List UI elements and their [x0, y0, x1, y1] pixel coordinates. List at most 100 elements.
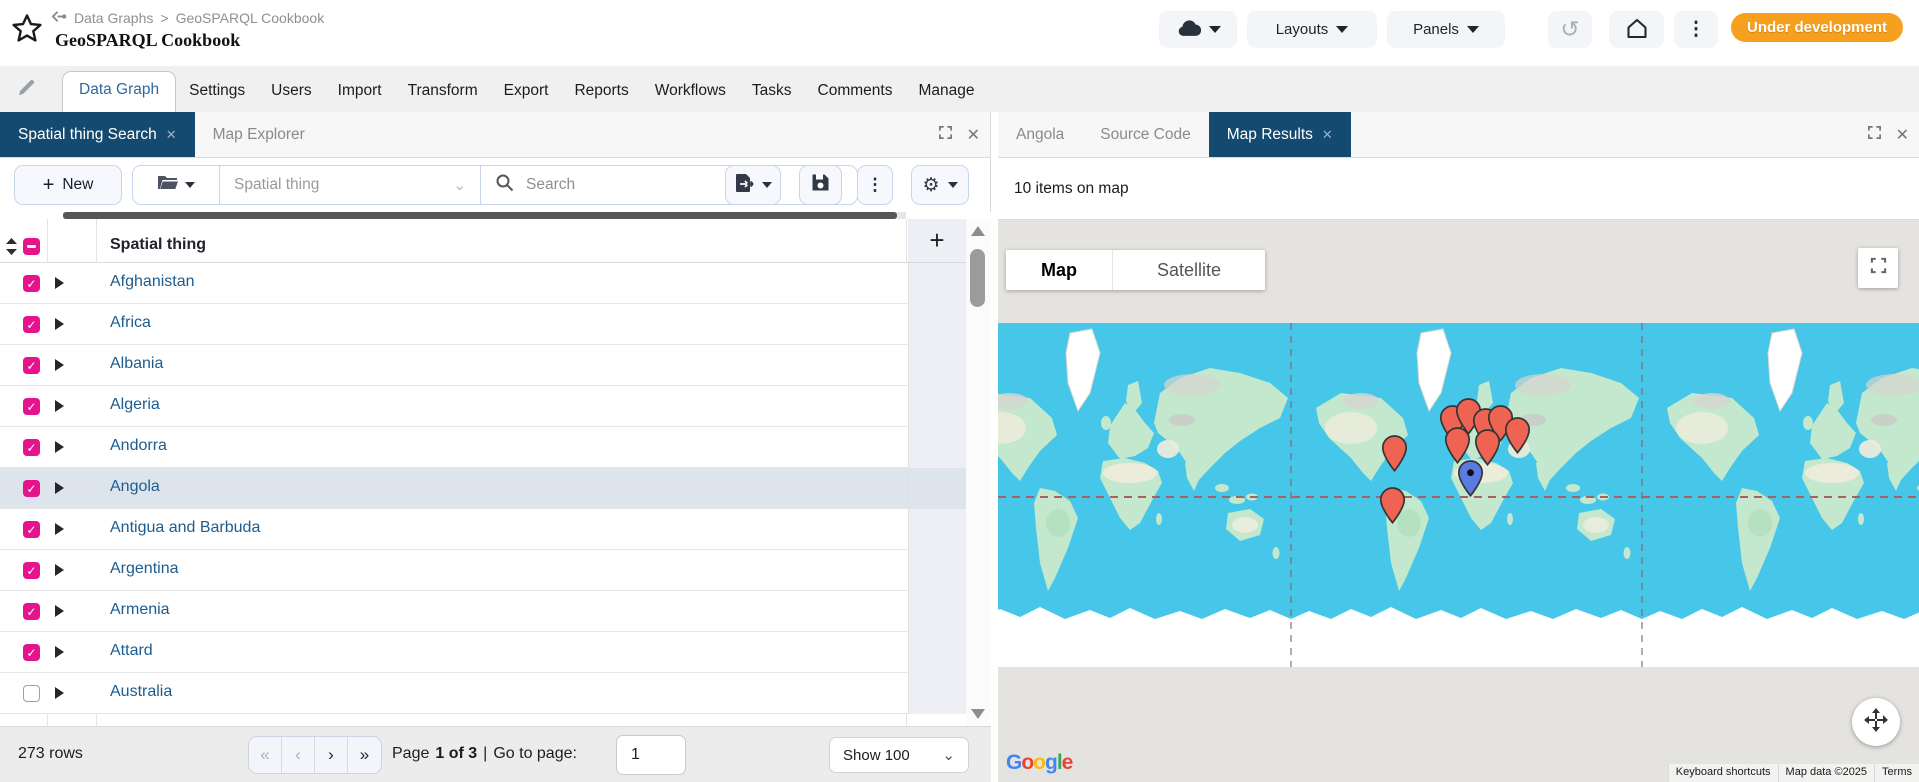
column-header[interactable]: Spatial thing — [110, 236, 206, 254]
entity-type-select[interactable]: Spatial thing ⌄ — [220, 176, 480, 194]
vertical-scrollbar-thumb[interactable] — [970, 249, 985, 307]
nav-tab-users[interactable]: Users — [258, 72, 324, 112]
undo-button[interactable]: ↺ — [1548, 11, 1592, 48]
select-all-checkbox[interactable] — [23, 238, 40, 255]
row-expand-icon[interactable] — [55, 687, 64, 699]
row-checkbox[interactable]: ✓ — [23, 316, 40, 333]
table-settings-button[interactable]: ⚙ — [911, 165, 969, 205]
row-checkbox[interactable] — [23, 685, 40, 702]
table-row[interactable]: ✓ Algeria — [0, 386, 966, 427]
row-name-link[interactable]: Australia — [110, 683, 172, 701]
table-row[interactable]: ✓ Africa — [0, 304, 966, 345]
row-expand-icon[interactable] — [55, 564, 64, 576]
add-column-button[interactable]: + — [908, 219, 966, 263]
new-button[interactable]: + New — [14, 165, 122, 205]
map-marker[interactable] — [1504, 417, 1531, 455]
nav-tab-export[interactable]: Export — [491, 72, 562, 112]
nav-tab-settings[interactable]: Settings — [176, 72, 258, 112]
attribution-terms[interactable]: Terms — [1874, 764, 1919, 782]
selected-map-marker[interactable] — [1457, 460, 1484, 498]
table-row[interactable]: ✓ Afghanistan — [0, 263, 966, 304]
row-name-link[interactable]: Africa — [110, 314, 151, 332]
row-name-link[interactable]: Attard — [110, 642, 153, 660]
row-expand-icon[interactable] — [55, 523, 64, 535]
close-panel-icon[interactable]: ✕ — [1896, 125, 1909, 145]
row-expand-icon[interactable] — [55, 646, 64, 658]
nav-tab-manage[interactable]: Manage — [905, 72, 987, 112]
page-button[interactable]: › — [315, 737, 348, 773]
tab-close-icon[interactable]: ✕ — [166, 127, 177, 143]
row-name-link[interactable]: Albania — [110, 355, 163, 373]
scroll-up-arrow[interactable] — [971, 226, 985, 236]
row-expand-icon[interactable] — [55, 400, 64, 412]
row-expand-icon[interactable] — [55, 441, 64, 453]
row-checkbox[interactable]: ✓ — [23, 521, 40, 538]
cloud-menu-button[interactable] — [1159, 11, 1237, 48]
table-row[interactable]: Australia — [0, 673, 966, 714]
goto-page-input[interactable] — [616, 735, 686, 775]
row-expand-icon[interactable] — [55, 605, 64, 617]
nav-tab-import[interactable]: Import — [325, 72, 395, 112]
row-expand-icon[interactable] — [55, 482, 64, 494]
map-marker[interactable] — [1444, 427, 1471, 465]
page-button[interactable]: » — [348, 737, 381, 773]
table-row[interactable]: ✓ Angola — [0, 468, 966, 509]
row-checkbox[interactable]: ✓ — [23, 439, 40, 456]
row-expand-icon[interactable] — [55, 318, 64, 330]
row-checkbox[interactable]: ✓ — [23, 644, 40, 661]
panel-tab-spatial-thing-search[interactable]: Spatial thing Search ✕ — [0, 112, 195, 157]
panel-tab-angola[interactable]: Angola — [998, 112, 1082, 157]
row-checkbox[interactable]: ✓ — [23, 275, 40, 292]
table-row[interactable]: ✓ Antigua and Barbuda — [0, 509, 966, 550]
horizontal-scrollbar[interactable] — [63, 212, 906, 219]
row-name-link[interactable]: Andorra — [110, 437, 167, 455]
map-marker[interactable] — [1379, 487, 1406, 525]
nav-tab-tasks[interactable]: Tasks — [739, 72, 805, 112]
row-name-link[interactable]: Argentina — [110, 560, 179, 578]
expand-panel-icon[interactable] — [1867, 125, 1882, 145]
vertical-scrollbar[interactable] — [966, 219, 991, 726]
panels-button[interactable]: Panels — [1387, 11, 1505, 48]
more-options-button[interactable]: ⋮ — [1674, 11, 1718, 48]
map-marker[interactable] — [1381, 435, 1408, 473]
panel-tab-map-explorer[interactable]: Map Explorer — [195, 112, 323, 157]
row-name-link[interactable]: Antigua and Barbuda — [110, 519, 260, 537]
breadcrumb-root[interactable]: Data Graphs — [74, 10, 153, 26]
saved-searches-button[interactable] — [133, 174, 219, 196]
table-row[interactable]: ✓ Argentina — [0, 550, 966, 591]
row-checkbox[interactable]: ✓ — [23, 357, 40, 374]
tab-close-icon[interactable]: ✕ — [1322, 127, 1333, 143]
table-more-button[interactable]: ⋮ — [857, 165, 893, 205]
page-size-select[interactable]: Show 100 ⌄ — [829, 737, 969, 773]
map-type-satellite-button[interactable]: Satellite — [1113, 250, 1265, 290]
google-map[interactable]: Map Satellite Google Keyboard shortcuts M… — [998, 220, 1919, 782]
favorite-star-icon[interactable] — [10, 12, 44, 46]
row-name-link[interactable]: Angola — [110, 478, 160, 496]
google-logo[interactable]: Google — [1006, 751, 1073, 775]
row-checkbox[interactable]: ✓ — [23, 398, 40, 415]
row-checkbox[interactable]: ✓ — [23, 562, 40, 579]
sort-icon[interactable] — [5, 238, 18, 260]
save-button[interactable] — [799, 165, 842, 205]
layouts-button[interactable]: Layouts — [1247, 11, 1377, 48]
attribution-map-data-2025[interactable]: Map data ©2025 — [1777, 764, 1875, 782]
row-expand-icon[interactable] — [55, 277, 64, 289]
table-row[interactable]: ✓ Attard — [0, 632, 966, 673]
horizontal-scrollbar-thumb[interactable] — [63, 212, 897, 219]
nav-tab-data-graph[interactable]: Data Graph — [62, 71, 177, 112]
nav-tab-transform[interactable]: Transform — [395, 72, 491, 112]
table-row[interactable]: ✓ Albania — [0, 345, 966, 386]
row-name-link[interactable]: Algeria — [110, 396, 160, 414]
export-button[interactable] — [725, 165, 781, 205]
row-expand-icon[interactable] — [55, 359, 64, 371]
scroll-down-arrow[interactable] — [971, 709, 985, 719]
map-pan-button[interactable] — [1852, 698, 1900, 746]
panel-tab-map-results[interactable]: Map Results ✕ — [1208, 112, 1351, 157]
nav-tab-workflows[interactable]: Workflows — [642, 72, 739, 112]
row-checkbox[interactable]: ✓ — [23, 480, 40, 497]
map-fullscreen-button[interactable] — [1858, 248, 1898, 288]
row-checkbox[interactable]: ✓ — [23, 603, 40, 620]
expand-panel-icon[interactable] — [938, 125, 953, 145]
nav-tab-reports[interactable]: Reports — [561, 72, 641, 112]
attribution-keyboard-shortcuts[interactable]: Keyboard shortcuts — [1667, 764, 1778, 782]
